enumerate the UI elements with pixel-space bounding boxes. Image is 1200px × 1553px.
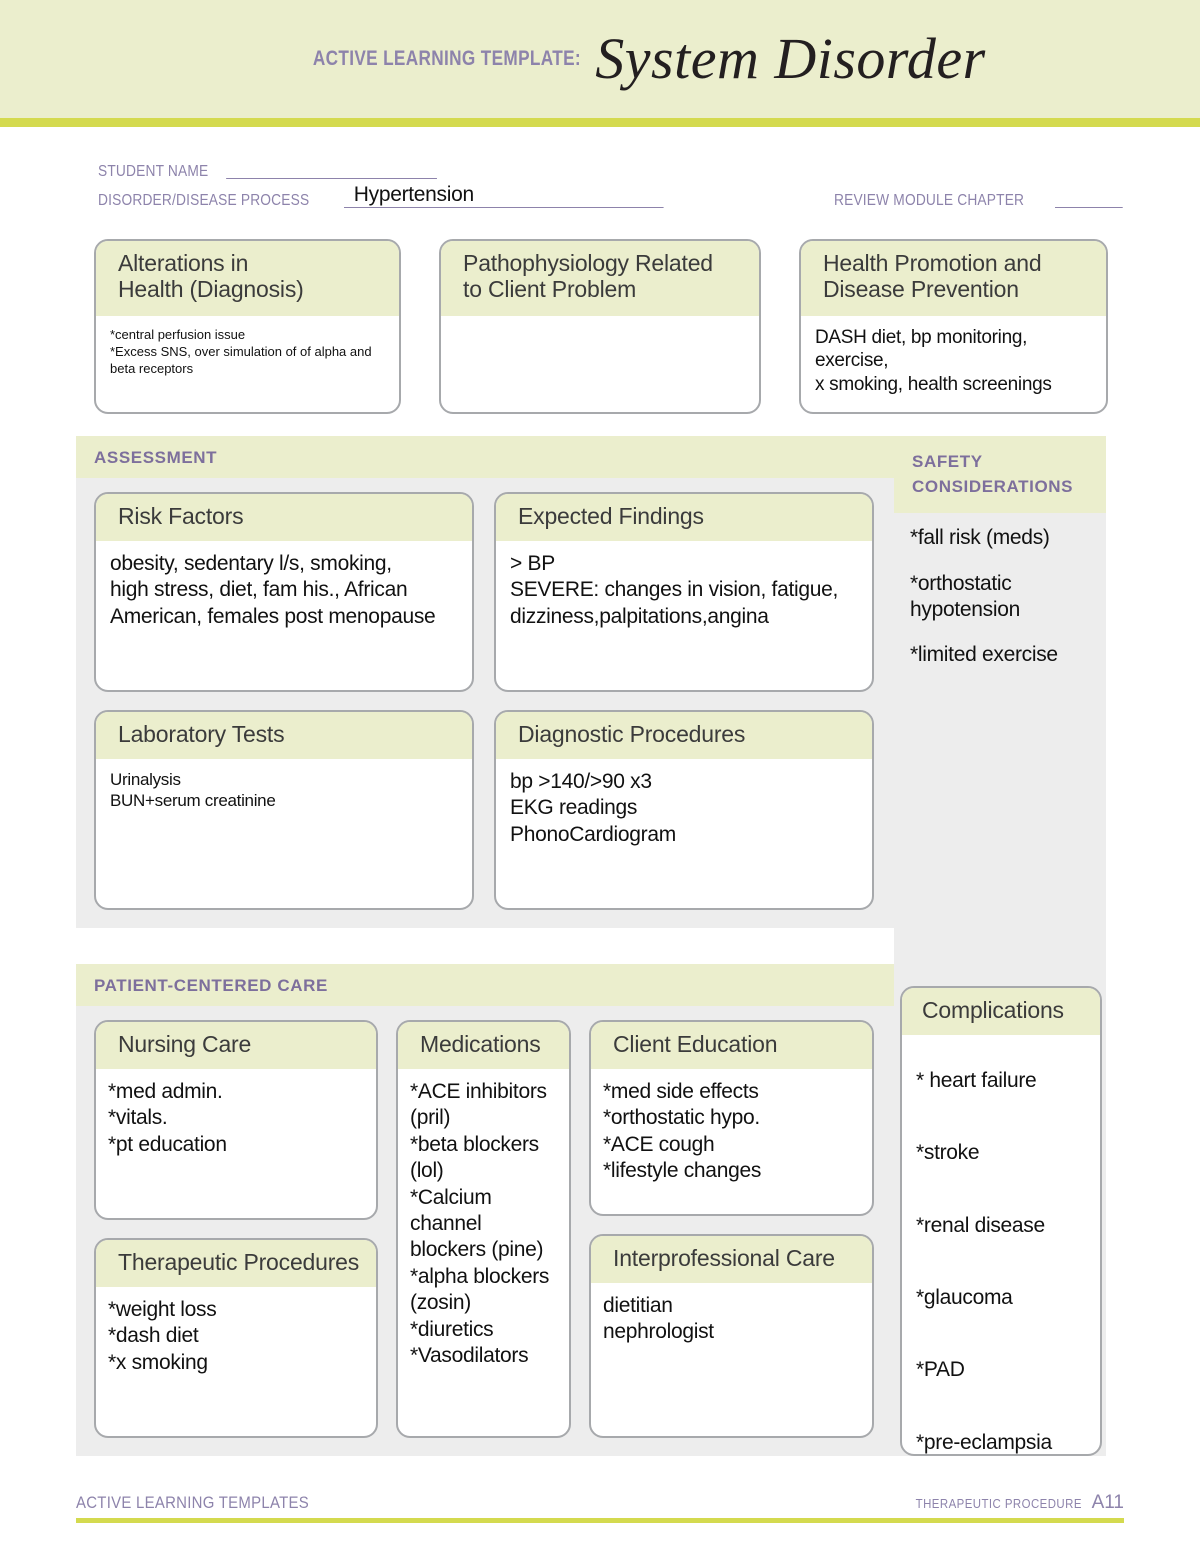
interprofessional-care-card[interactable]: Interprofessional Care dietitian nephrol… xyxy=(589,1234,874,1438)
client-education-title: Client Education xyxy=(591,1022,872,1069)
disorder-field[interactable]: ______________________________________ H… xyxy=(344,183,804,210)
care-column-left: Nursing Care *med admin. *vitals. *pt ed… xyxy=(94,1020,378,1438)
medications-body[interactable]: *ACE inhibitors (pril) *beta blockers (l… xyxy=(398,1069,569,1436)
footer-template-kind: THERAPEUTIC PROCEDURE xyxy=(915,1496,1082,1511)
assessment-card-grid: Risk Factors obesity, sedentary l/s, smo… xyxy=(94,492,878,910)
right-sidebar: SAFETY CONSIDERATIONS *fall risk (meds) … xyxy=(894,436,1106,1456)
footer-brand: ACTIVE LEARNING TEMPLATES xyxy=(76,1493,310,1512)
page-header: ACTIVE LEARNING TEMPLATE: System Disorde… xyxy=(0,0,1200,118)
review-chapter-label: REVIEW MODULE CHAPTER xyxy=(833,192,1024,209)
complications-title: Complications xyxy=(902,988,1100,1035)
laboratory-tests-body[interactable]: Urinalysis BUN+serum creatinine xyxy=(96,759,472,908)
safety-considerations-body[interactable]: *fall risk (meds) *orthostatic hypotensi… xyxy=(894,513,1106,701)
review-chapter-field[interactable]: ________ xyxy=(1055,192,1155,210)
section-gap xyxy=(76,928,894,964)
complication-item: *renal disease xyxy=(916,1213,1045,1237)
alterations-in-health-title: Alterations in Health (Diagnosis) xyxy=(96,241,400,316)
nursing-care-body[interactable]: *med admin. *vitals. *pt education xyxy=(96,1069,376,1218)
health-promotion-card[interactable]: Health Promotion and Disease Prevention … xyxy=(798,239,1108,414)
safety-item: *orthostatic hypotension xyxy=(910,571,1020,621)
care-card-grid: Nursing Care *med admin. *vitals. *pt ed… xyxy=(94,1020,878,1438)
complication-item: *PAD xyxy=(916,1358,965,1382)
safety-item: *fall risk (meds) xyxy=(910,526,1050,550)
risk-factors-body[interactable]: obesity, sedentary l/s, smoking, high st… xyxy=(96,541,472,690)
student-name-row: STUDENT NAME _________________________ xyxy=(98,163,1100,181)
laboratory-tests-card[interactable]: Laboratory Tests Urinalysis BUN+serum cr… xyxy=(94,710,474,910)
therapeutic-procedures-title: Therapeutic Procedures xyxy=(96,1240,376,1287)
health-promotion-body[interactable]: DASH diet, bp monitoring, exercise, x sm… xyxy=(801,316,1106,413)
complication-item: *pre-eclampsia xyxy=(916,1430,1052,1454)
complications-card[interactable]: Complications * heart failure *stroke *r… xyxy=(900,986,1102,1456)
complication-item: *stroke xyxy=(916,1141,980,1165)
diagnostic-procedures-body[interactable]: bp >140/>90 x3 EKG readings PhonoCardiog… xyxy=(496,759,872,908)
assessment-panel: ASSESSMENT Risk Factors obesity, sedenta… xyxy=(76,436,894,928)
complication-item: *glaucoma xyxy=(916,1286,1013,1310)
care-column-right: Client Education *med side effects *orth… xyxy=(589,1020,874,1438)
safety-item: *limited exercise xyxy=(910,643,1058,667)
disorder-row: DISORDER/DISEASE PROCESS _______________… xyxy=(98,183,1123,210)
risk-factors-title: Risk Factors xyxy=(96,494,472,541)
medications-card[interactable]: Medications *ACE inhibitors (pril) *beta… xyxy=(396,1020,571,1438)
expected-findings-body[interactable]: > BP SEVERE: changes in vision, fatigue,… xyxy=(496,541,872,690)
expected-findings-title: Expected Findings xyxy=(496,494,872,541)
review-chapter-underline: ________ xyxy=(1054,192,1123,209)
patient-centered-care-section-label: PATIENT-CENTERED CARE xyxy=(76,964,894,1006)
client-education-card[interactable]: Client Education *med side effects *orth… xyxy=(589,1020,874,1216)
complications-holder: Complications * heart failure *stroke *r… xyxy=(894,986,1106,1456)
nursing-care-card[interactable]: Nursing Care *med admin. *vitals. *pt ed… xyxy=(94,1020,378,1220)
left-column: ASSESSMENT Risk Factors obesity, sedenta… xyxy=(76,436,894,1456)
interprofessional-care-title: Interprofessional Care xyxy=(591,1236,872,1283)
top-box-row: Alterations in Health (Diagnosis) *centr… xyxy=(0,221,1200,414)
nursing-care-title: Nursing Care xyxy=(96,1022,376,1069)
pathophysiology-title: Pathophysiology Related to Client Proble… xyxy=(441,241,759,316)
alterations-in-health-card[interactable]: Alterations in Health (Diagnosis) *centr… xyxy=(94,239,402,414)
student-name-field[interactable]: _________________________ xyxy=(226,163,526,181)
risk-factors-card[interactable]: Risk Factors obesity, sedentary l/s, smo… xyxy=(94,492,474,692)
footer-accent-rule xyxy=(76,1518,1124,1523)
disorder-value: Hypertension xyxy=(353,183,474,206)
header-kicker: ACTIVE LEARNING TEMPLATE: xyxy=(313,47,582,70)
assessment-section-label: ASSESSMENT xyxy=(76,436,894,478)
alterations-in-health-body[interactable]: *central perfusion issue *Excess SNS, ov… xyxy=(96,316,399,413)
footer-meta: THERAPEUTIC PROCEDURE A11 xyxy=(893,1492,1124,1514)
header-accent-rule xyxy=(0,118,1200,127)
client-education-body[interactable]: *med side effects *orthostatic hypo. *AC… xyxy=(591,1069,872,1214)
complications-body[interactable]: * heart failure *stroke *renal disease *… xyxy=(902,1035,1100,1454)
pathophysiology-card[interactable]: Pathophysiology Related to Client Proble… xyxy=(439,239,761,414)
pathophysiology-body[interactable] xyxy=(441,316,759,413)
laboratory-tests-title: Laboratory Tests xyxy=(96,712,472,759)
therapeutic-procedures-body[interactable]: *weight loss *dash diet *x smoking xyxy=(96,1287,376,1436)
expected-findings-card[interactable]: Expected Findings > BP SEVERE: changes i… xyxy=(494,492,874,692)
diagnostic-procedures-title: Diagnostic Procedures xyxy=(496,712,872,759)
patient-centered-care-panel: PATIENT-CENTERED CARE Nursing Care *med … xyxy=(76,964,894,1456)
student-name-label: STUDENT NAME xyxy=(98,163,209,180)
footer-row: ACTIVE LEARNING TEMPLATES THERAPEUTIC PR… xyxy=(76,1492,1124,1518)
complication-item: * heart failure xyxy=(916,1068,1037,1092)
safety-considerations-label: SAFETY CONSIDERATIONS xyxy=(894,436,1106,514)
footer-page-number: A11 xyxy=(1091,1492,1124,1513)
main-content: ASSESSMENT Risk Factors obesity, sedenta… xyxy=(0,436,1200,1456)
disorder-label: DISORDER/DISEASE PROCESS xyxy=(98,192,310,209)
care-column-middle: Medications *ACE inhibitors (pril) *beta… xyxy=(396,1020,571,1438)
page-footer: ACTIVE LEARNING TEMPLATES THERAPEUTIC PR… xyxy=(76,1492,1124,1523)
interprofessional-care-body[interactable]: dietitian nephrologist xyxy=(591,1283,872,1436)
health-promotion-title: Health Promotion and Disease Prevention xyxy=(800,241,1106,316)
medications-title: Medications xyxy=(398,1022,569,1069)
student-name-underline: _________________________ xyxy=(226,163,437,180)
diagnostic-procedures-card[interactable]: Diagnostic Procedures bp >140/>90 x3 EKG… xyxy=(494,710,874,910)
therapeutic-procedures-card[interactable]: Therapeutic Procedures *weight loss *das… xyxy=(94,1238,378,1438)
form-fields: STUDENT NAME _________________________ D… xyxy=(0,127,1200,210)
page-title: System Disorder xyxy=(595,26,986,91)
